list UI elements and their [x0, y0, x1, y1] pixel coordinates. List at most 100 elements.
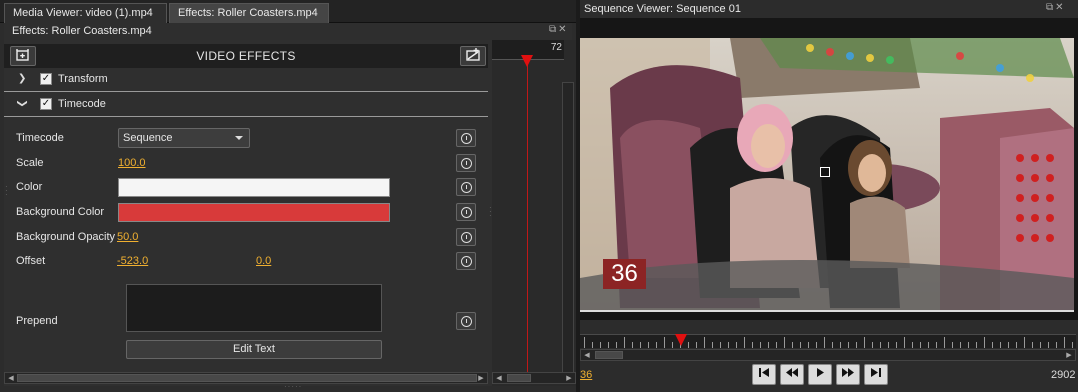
resize-grip[interactable]: · · · [5, 183, 8, 199]
scrollbar-thumb[interactable] [17, 374, 477, 382]
tab-bar: Media Viewer: video (1).mp4 Effects: Rol… [0, 0, 576, 23]
select-value: Sequence [123, 132, 173, 144]
effects-header: VIDEO EFFECTS [4, 44, 488, 68]
ruler-tick [968, 342, 969, 348]
fast-forward-icon [842, 368, 854, 377]
stopwatch-icon[interactable] [456, 312, 476, 330]
ruler-tick [736, 342, 737, 348]
ruler-tick [664, 337, 665, 348]
ruler-tick [720, 342, 721, 348]
ruler-tick [1008, 342, 1009, 348]
ruler-tick [712, 342, 713, 348]
param-prepend: Prepend [4, 311, 488, 333]
ruler-tick [704, 337, 705, 348]
chevron-right-icon[interactable]: ❯ [18, 73, 26, 84]
sequence-playhead[interactable] [675, 334, 687, 346]
video-frame[interactable] [580, 38, 1074, 312]
scrollbar-thumb[interactable] [507, 374, 531, 382]
timecode-select[interactable]: Sequence [118, 128, 250, 148]
current-frame[interactable]: 36 [580, 369, 592, 381]
chevron-down-icon[interactable]: ❯ [17, 99, 28, 107]
section-label: Transform [58, 73, 108, 85]
ruler-tick [640, 342, 641, 348]
ruler-tick [1072, 342, 1073, 348]
ruler-tick [608, 342, 609, 348]
scroll-right-icon[interactable]: ▶ [476, 374, 486, 383]
fast-forward-button[interactable] [836, 364, 860, 385]
ruler-tick [928, 342, 929, 348]
close-icon[interactable]: ✕ [1055, 2, 1065, 13]
ruler-tick [944, 337, 945, 348]
tab-effects[interactable]: Effects: Roller Coasters.mp4 [169, 3, 329, 23]
scroll-right-icon[interactable]: ▶ [1064, 351, 1074, 360]
scrollbar-thumb[interactable] [595, 351, 623, 359]
offset-x-value[interactable]: -523.0 [117, 255, 148, 267]
color-swatch[interactable] [118, 178, 390, 197]
sequence-ruler[interactable] [580, 334, 1076, 348]
sequence-horizontal-scrollbar[interactable]: ◀ ▶ [580, 349, 1076, 361]
scale-value[interactable]: 100.0 [118, 157, 146, 169]
ruler-tick [1048, 342, 1049, 348]
stopwatch-icon[interactable] [456, 252, 476, 270]
add-transition-button[interactable] [460, 46, 486, 66]
ruler-tick [656, 342, 657, 348]
ruler-tick [728, 342, 729, 348]
ruler-tick [1064, 337, 1065, 348]
rewind-button[interactable] [780, 364, 804, 385]
section-timecode[interactable]: ❯ ✓ Timecode [4, 93, 488, 117]
stopwatch-icon[interactable] [456, 228, 476, 246]
stopwatch-icon[interactable] [456, 178, 476, 196]
resize-grip[interactable]: ····· [284, 383, 302, 391]
transform-enable-checkbox[interactable]: ✓ [40, 73, 52, 85]
transform-handle-icon[interactable] [820, 167, 830, 177]
ruler-tick [752, 342, 753, 348]
ruler-tick [696, 342, 697, 348]
ruler-tick [960, 342, 961, 348]
ruler-tick [1000, 342, 1001, 348]
keyframe-timeline[interactable]: 72 ◀ ▶ [492, 40, 576, 386]
viewer-window-buttons[interactable]: ⧉✕ [1046, 3, 1066, 15]
scroll-left-icon[interactable]: ◀ [494, 374, 504, 383]
timecode-enable-checkbox[interactable]: ✓ [40, 98, 52, 110]
timeline-horizontal-scrollbar[interactable]: ◀ ▶ [492, 372, 576, 384]
ruler-tick [1056, 342, 1057, 348]
panel-window-buttons[interactable]: ⧉✕ [549, 25, 569, 37]
stopwatch-icon[interactable] [456, 154, 476, 172]
ruler-tick [800, 342, 801, 348]
ruler-tick [648, 342, 649, 348]
scroll-left-icon[interactable]: ◀ [6, 374, 16, 383]
stopwatch-icon[interactable] [456, 129, 476, 147]
scroll-left-icon[interactable]: ◀ [582, 351, 592, 360]
ruler-tick [880, 342, 881, 348]
section-label: Timecode [58, 98, 106, 110]
ruler-tick [632, 342, 633, 348]
ruler-tick [592, 342, 593, 348]
ruler-tick [808, 342, 809, 348]
tab-media-viewer[interactable]: Media Viewer: video (1).mp4 [4, 3, 167, 23]
skip-to-start-button[interactable] [752, 364, 776, 385]
background-color-swatch[interactable] [118, 203, 390, 222]
timeline-vertical-scrollbar[interactable] [562, 82, 574, 374]
param-offset: Offset -523.0 0.0 [4, 251, 488, 273]
playhead-marker[interactable] [521, 55, 533, 67]
playhead-line [527, 60, 528, 374]
ruler-tick [840, 342, 841, 348]
ruler-tick [896, 342, 897, 348]
video-effects-heading: VIDEO EFFECTS [196, 49, 296, 63]
play-button[interactable] [808, 364, 832, 385]
background-opacity-value[interactable]: 50.0 [117, 231, 138, 243]
skip-to-end-button[interactable] [864, 364, 888, 385]
sequence-viewer-title-text: Sequence Viewer: Sequence 01 [584, 3, 741, 15]
offset-y-value[interactable]: 0.0 [256, 255, 271, 267]
effects-horizontal-scrollbar[interactable]: ◀ ▶ [4, 372, 488, 384]
stopwatch-icon[interactable] [456, 203, 476, 221]
float-icon[interactable]: ⧉ [549, 24, 558, 35]
close-icon[interactable]: ✕ [558, 24, 568, 35]
float-icon[interactable]: ⧉ [1046, 2, 1055, 13]
ruler-tick [984, 337, 985, 348]
scroll-right-icon[interactable]: ▶ [564, 374, 574, 383]
edit-text-button[interactable]: Edit Text [126, 340, 382, 359]
section-transform[interactable]: ❯ ✓ Transform [4, 68, 488, 92]
ruler-tick [872, 342, 873, 348]
ruler-tick [992, 342, 993, 348]
